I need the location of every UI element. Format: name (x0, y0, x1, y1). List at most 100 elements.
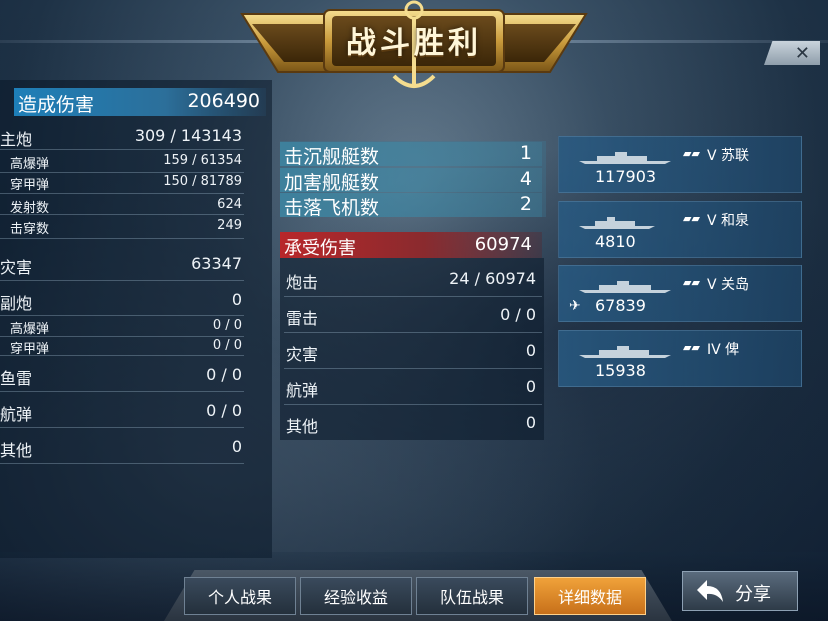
stat-label: 穿甲弹 (10, 178, 50, 193)
share-button[interactable]: 分享 (682, 571, 798, 611)
stat-label: 高爆弹 (10, 157, 50, 172)
divider (284, 404, 542, 405)
ship-name: V 关岛 (707, 277, 750, 293)
ship-damage: 67839 (595, 296, 646, 315)
kills-value: 2 (519, 193, 532, 215)
stat-value: 249 (217, 218, 242, 233)
received-label: 雷击 (286, 309, 319, 328)
team-ship-card[interactable]: ▰▰ V 苏联 117903 (558, 136, 802, 193)
stat-value: 309 / 143143 (134, 126, 242, 145)
divider (0, 427, 244, 428)
stat-value: 150 / 81789 (163, 174, 242, 189)
stat-value: 624 (217, 197, 242, 212)
close-button[interactable]: ✕ (764, 41, 820, 65)
divider (284, 296, 542, 297)
divider (0, 149, 244, 150)
tab-team-results[interactable]: 队伍战果 (416, 577, 528, 615)
stat-value: 0 / 0 (212, 338, 242, 353)
ship-name: V 和泉 (707, 213, 750, 229)
received-row: 炮击 24 / 60974 (286, 269, 538, 292)
received-row: 灾害 0 (286, 341, 538, 364)
received-row: 其他 0 (286, 413, 538, 436)
tab-detailed-data[interactable]: 详细数据 (534, 577, 646, 615)
stat-row: 穿甲弹 0 / 0 (0, 338, 246, 360)
ship-damage: 15938 (595, 361, 646, 380)
stat-label: 主炮 (0, 130, 33, 149)
stat-row: 发射数 624 (0, 197, 246, 219)
damage-dealt-value: 206490 (187, 90, 260, 112)
share-arrow-icon (695, 578, 725, 609)
received-value: 0 (525, 341, 536, 360)
ship-silhouette-icon (579, 346, 671, 358)
stat-label: 副炮 (0, 294, 33, 313)
team-ship-card[interactable]: ▰▰ V 和泉 4810 (558, 201, 802, 258)
received-value: 0 (525, 377, 536, 396)
received-label: 灾害 (286, 345, 319, 364)
plane-icon: ✈ (569, 298, 581, 314)
damage-dealt-label: 造成伤害 (18, 94, 95, 116)
damage-received-label: 承受伤害 (284, 238, 356, 259)
tier-icon: ▰▰ (683, 341, 700, 354)
ship-name: IV 俾 (707, 342, 740, 358)
damage-received-header: 承受伤害 60974 (280, 232, 542, 259)
team-ship-card[interactable]: ▰▰ V 关岛 ✈ 67839 (558, 265, 802, 322)
tier-icon: ▰▰ (683, 212, 700, 225)
divider (0, 172, 244, 173)
kills-label: 加害舰艇数 (284, 172, 380, 194)
stat-value: 0 (231, 290, 242, 309)
divider (0, 463, 244, 464)
stat-row: 航弹 0 / 0 (0, 401, 246, 424)
tab-personal-results[interactable]: 个人战果 (184, 577, 296, 615)
banner-title: 战斗胜利 (346, 26, 482, 61)
divider (0, 193, 244, 194)
tab-experience-gains[interactable]: 经验收益 (300, 577, 412, 615)
kills-row: 击落飞机数 2 (280, 193, 542, 219)
divider (284, 368, 542, 369)
divider (0, 391, 244, 392)
damage-dealt-header: 造成伤害 206490 (14, 88, 266, 116)
kills-row: 加害舰艇数 4 (280, 168, 542, 194)
kills-value: 1 (519, 142, 532, 164)
share-label: 分享 (735, 584, 771, 605)
stat-value: 0 / 0 (212, 318, 242, 333)
divider (0, 238, 244, 239)
stat-row: 灾害 63347 (0, 254, 246, 277)
stat-row: 主炮 309 / 143143 (0, 126, 246, 149)
stat-value: 0 (231, 437, 242, 456)
tier-icon: ▰▰ (683, 147, 700, 160)
stat-row: 鱼雷 0 / 0 (0, 365, 246, 388)
divider (0, 355, 244, 356)
ship-silhouette-icon (579, 217, 655, 229)
divider (0, 214, 244, 215)
received-value: 0 / 0 (500, 305, 536, 324)
divider (0, 336, 244, 337)
received-row: 航弹 0 (286, 377, 538, 400)
victory-banner: 战斗胜利 (238, 0, 590, 92)
ship-name: V 苏联 (707, 148, 750, 164)
stat-value: 0 / 0 (206, 401, 242, 420)
stat-label: 灾害 (0, 258, 33, 277)
divider (0, 280, 244, 281)
received-value: 0 (525, 413, 536, 432)
received-row: 雷击 0 / 0 (286, 305, 538, 328)
divider (0, 315, 244, 316)
stat-row: 击穿数 249 (0, 218, 246, 240)
ship-silhouette-icon (579, 281, 671, 293)
damage-received-value: 60974 (474, 234, 532, 255)
kills-label: 击落飞机数 (284, 197, 380, 219)
close-icon: ✕ (794, 42, 810, 64)
stat-value: 159 / 61354 (163, 153, 242, 168)
stat-label: 航弹 (0, 405, 33, 424)
kills-row: 击沉舰艇数 1 (280, 142, 542, 168)
team-ship-card[interactable]: ▰▰ IV 俾 15938 (558, 330, 802, 387)
stat-value: 63347 (191, 254, 242, 273)
stat-label: 高爆弹 (10, 322, 50, 337)
received-value: 24 / 60974 (449, 269, 536, 288)
ship-damage: 4810 (595, 232, 636, 251)
kills-value: 4 (519, 168, 532, 190)
divider (284, 332, 542, 333)
stat-label: 其他 (0, 441, 33, 460)
ship-damage: 117903 (595, 167, 657, 186)
stat-label: 鱼雷 (0, 369, 33, 388)
kills-label: 击沉舰艇数 (284, 146, 380, 168)
